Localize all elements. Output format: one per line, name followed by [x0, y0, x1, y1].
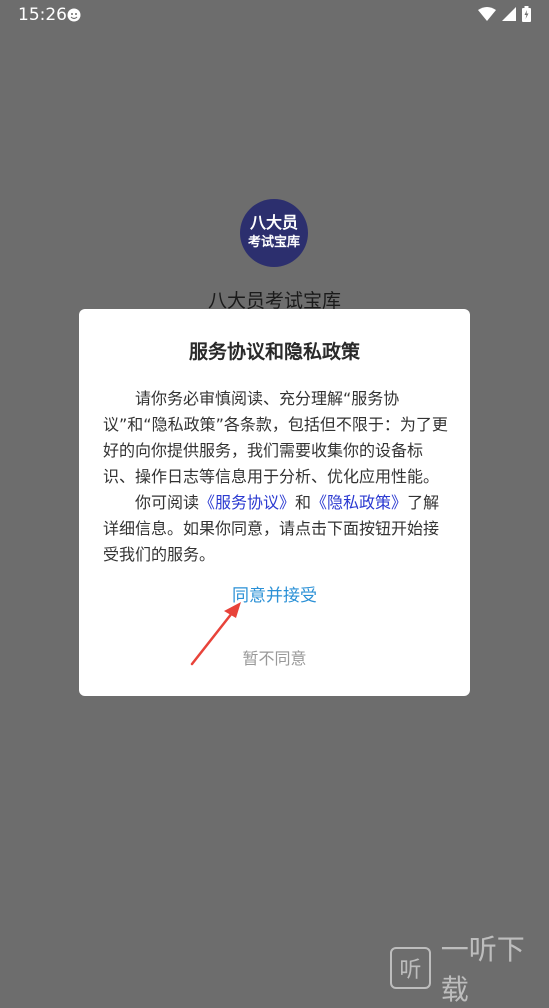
app-logo: 八大员 考试宝库	[240, 199, 308, 267]
and-text: 和	[295, 493, 312, 512]
app-logo-line2: 考试宝库	[247, 235, 300, 250]
app-logo-line1: 八大员	[249, 213, 298, 232]
dialog-paragraph-1: 请你务必审慎阅读、充分理解“服务协议”和“隐私政策”各条款，包括但不限于：为了更…	[103, 389, 448, 486]
dialog-title: 服务协议和隐私政策	[188, 341, 360, 363]
wifi-icon	[478, 7, 496, 21]
privacy-policy-link[interactable]: 《隐私政策》	[311, 493, 407, 512]
paragraph-2-prefix: 你可阅读	[135, 493, 200, 512]
watermark-text: 一听下载	[440, 933, 525, 1006]
red-arrow-annotation	[190, 602, 241, 666]
service-agreement-link[interactable]: 《服务协议》	[199, 493, 295, 512]
watermark-logo-icon: 听	[390, 947, 431, 989]
status-bar: 15:26	[0, 0, 549, 32]
status-icons	[478, 6, 531, 22]
dialog-paragraph-2: 你可阅读《服务协议》和《隐私政策》了解详细信息。如果你同意，请点击下面按钮开始接…	[103, 490, 451, 568]
agree-button[interactable]: 同意并接受	[79, 581, 470, 606]
privacy-dialog: 服务协议和隐私政策 请你务必审慎阅读、充分理解“服务协议”和“隐私政策”各条款，…	[79, 309, 470, 696]
battery-icon	[522, 6, 531, 22]
watermark: 听 一听下载	[390, 928, 549, 1008]
signal-icon	[502, 7, 516, 21]
status-time: 15:26	[18, 5, 67, 25]
app-notification-icon	[67, 8, 81, 22]
disagree-button[interactable]: 暂不同意	[79, 645, 470, 669]
dialog-body: 请你务必审慎阅读、充分理解“服务协议”和“隐私政策”各条款，包括但不限于：为了更…	[103, 386, 451, 568]
